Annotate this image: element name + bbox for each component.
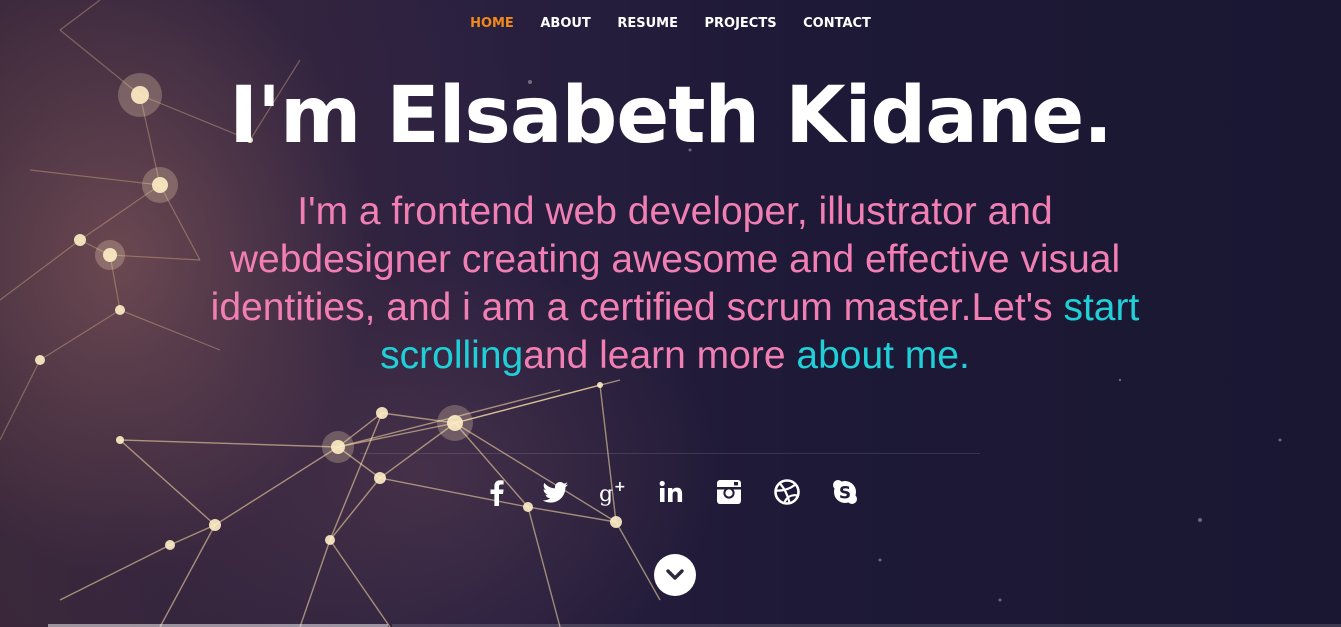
hero-section: HOME ABOUT RESUME PROJECTS CONTACT I'm E… — [0, 0, 1341, 627]
linkedin-icon[interactable] — [655, 476, 687, 508]
nav-about-link[interactable]: ABOUT — [540, 16, 590, 31]
chevron-down-icon — [666, 569, 684, 580]
intro-text-2: and learn more — [523, 334, 797, 377]
instagram-icon[interactable] — [713, 476, 745, 508]
skype-icon[interactable]: S — [829, 476, 861, 508]
google-plus-icon[interactable]: g + — [597, 476, 629, 508]
dribbble-icon[interactable] — [771, 476, 803, 508]
scroll-down-button[interactable] — [654, 554, 696, 596]
svg-text:S: S — [838, 484, 850, 504]
nav-home-link[interactable]: HOME — [470, 16, 514, 31]
hero-intro: I'm a frontend web developer, illustrato… — [195, 188, 1155, 380]
about-me-link[interactable]: about me — [796, 334, 959, 377]
hero-divider — [360, 453, 980, 454]
facebook-icon[interactable] — [481, 476, 513, 508]
intro-text-3: . — [958, 334, 970, 377]
nav-resume-link[interactable]: RESUME — [617, 16, 678, 31]
nav-contact-link[interactable]: CONTACT — [803, 16, 871, 31]
nav-projects-link[interactable]: PROJECTS — [705, 16, 777, 31]
svg-text:+: + — [614, 479, 626, 495]
main-nav: HOME ABOUT RESUME PROJECTS CONTACT — [0, 16, 1341, 31]
hero-headline: I'm Elsabeth Kidane. — [229, 71, 1113, 161]
twitter-icon[interactable] — [539, 476, 571, 508]
social-links: g + S — [0, 476, 1341, 508]
svg-text:g: g — [599, 482, 613, 507]
intro-text-1: I'm a frontend web developer, illustrato… — [210, 190, 1121, 329]
